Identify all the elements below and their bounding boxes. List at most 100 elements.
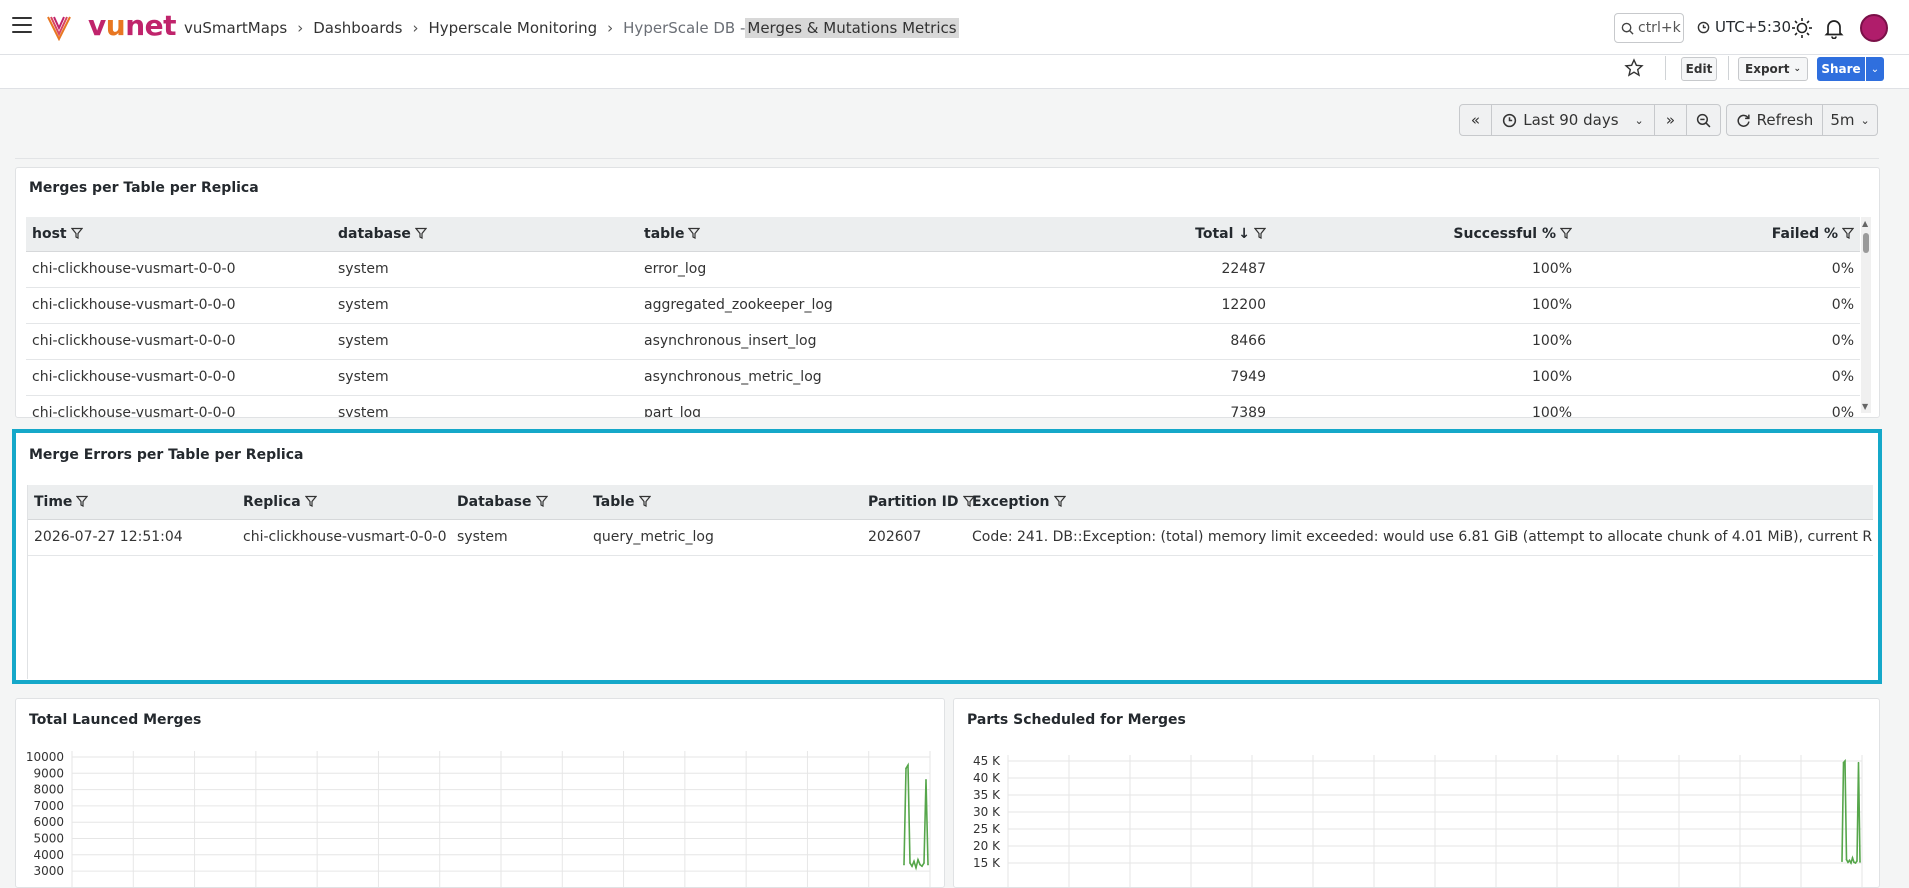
clock-icon — [1697, 21, 1710, 33]
cell-database: system — [332, 395, 638, 417]
table-header-row: host database table Total ↓ Successful %… — [26, 217, 1860, 252]
breadcrumb: vuSmartMaps › Dashboards › Hyperscale Mo… — [184, 18, 959, 38]
panel-title: Total Launced Merges — [29, 712, 202, 728]
cell-host: chi-clickhouse-vusmart-0-0-0 — [26, 287, 332, 324]
y-tick-label: 15 K — [973, 856, 1001, 870]
column-header-table[interactable]: Table — [587, 485, 862, 520]
data-point — [925, 779, 927, 781]
filter-icon[interactable] — [1053, 495, 1066, 507]
breadcrumb-item-hyperscale-monitoring[interactable]: Hyperscale Monitoring — [428, 19, 597, 37]
filter-icon[interactable] — [304, 495, 317, 507]
column-header-partition-id[interactable]: Partition ID — [862, 485, 975, 520]
share-dropdown-chevron-icon[interactable]: ⌄ — [1866, 57, 1884, 81]
scrollbar-thumb[interactable] — [1863, 233, 1869, 253]
y-tick-label: 10000 — [26, 750, 64, 764]
dashboard-toolbar — [0, 55, 1909, 89]
column-header-table[interactable]: table — [638, 217, 1148, 252]
section-divider — [15, 158, 1879, 159]
refresh-label: Refresh — [1756, 111, 1814, 129]
filter-icon[interactable] — [76, 495, 89, 507]
share-button[interactable]: Share — [1817, 57, 1865, 81]
data-point — [921, 865, 923, 868]
table-row[interactable]: chi-clickhouse-vusmart-0-0-0 system erro… — [26, 251, 1860, 288]
timezone-picker[interactable]: UTC+5:30 — [1697, 18, 1791, 36]
menu-icon[interactable] — [12, 17, 32, 33]
export-button[interactable]: Export ⌄ — [1738, 57, 1808, 81]
filter-icon[interactable] — [1254, 227, 1266, 239]
filter-icon[interactable] — [414, 227, 427, 239]
panel-title: Merges per Table per Replica — [29, 180, 259, 196]
data-point — [1857, 761, 1860, 764]
cell-host: chi-clickhouse-vusmart-0-0-0 — [26, 251, 332, 288]
search-button[interactable]: ctrl+k — [1614, 13, 1684, 43]
scroll-up-icon[interactable]: ▲ — [1862, 219, 1868, 228]
column-header-time[interactable]: Time — [28, 485, 237, 520]
time-range-picker[interactable]: Last 90 days ⌄ — [1492, 105, 1655, 135]
filter-icon[interactable] — [70, 227, 83, 239]
table-scrollbar[interactable]: ▲ ▼ — [1861, 217, 1871, 413]
parts-scheduled-chart: 45 K 40 K 35 K 30 K 25 K 20 K 15 K — [973, 754, 1863, 887]
y-tick-label: 8000 — [33, 783, 64, 797]
breadcrumb-item-dashboards[interactable]: Dashboards — [313, 19, 402, 37]
theme-toggle-sun-icon[interactable] — [1791, 17, 1813, 39]
toolbar-divider — [1728, 56, 1729, 80]
data-point — [1847, 861, 1849, 864]
data-point — [1844, 760, 1846, 762]
data-point — [1851, 857, 1854, 859]
bell-icon[interactable] — [1823, 17, 1845, 39]
chevron-down-icon: ⌄ — [1793, 64, 1801, 74]
filter-icon[interactable] — [1842, 227, 1854, 239]
search-icon — [1621, 22, 1634, 35]
errors-table-viewport: Time Replica Database Table Partition ID… — [27, 485, 1873, 679]
refresh-controls: Refresh 5m ⌄ — [1726, 104, 1878, 136]
table-row[interactable]: chi-clickhouse-vusmart-0-0-0 system part… — [26, 395, 1860, 417]
data-point — [907, 764, 909, 766]
table-row[interactable]: chi-clickhouse-vusmart-0-0-0 system asyn… — [26, 359, 1860, 396]
cell-database: system — [332, 359, 638, 396]
cell-replica: chi-clickhouse-vusmart-0-0-0 — [237, 519, 451, 556]
column-header-host[interactable]: host — [26, 217, 332, 252]
y-tick-label: 45 K — [973, 754, 1001, 768]
merges-table-viewport: host database table Total ↓ Successful %… — [26, 217, 1860, 417]
breadcrumb-item-vusmartmaps[interactable]: vuSmartMaps — [184, 19, 287, 37]
cell-table: aggregated_zookeeper_log — [638, 287, 1148, 324]
shift-forward-icon[interactable]: » — [1655, 105, 1687, 135]
merges-table: host database table Total ↓ Successful %… — [26, 217, 1860, 417]
column-header-exception[interactable]: Exception — [966, 485, 1873, 520]
scroll-down-icon[interactable]: ▼ — [1862, 402, 1868, 411]
column-header-failed[interactable]: Failed % — [1578, 217, 1860, 252]
column-header-successful[interactable]: Successful % — [1272, 217, 1578, 252]
table-row[interactable]: 2026-07-27 12:51:04 chi-clickhouse-vusma… — [28, 519, 1873, 556]
cell-table: part_log — [638, 395, 1148, 417]
grid — [1007, 755, 1863, 887]
time-range-controls: « Last 90 days ⌄ » — [1459, 104, 1721, 136]
filter-icon[interactable] — [688, 227, 701, 239]
data-point — [1841, 860, 1843, 863]
y-tick-label: 6000 — [33, 815, 64, 829]
data-point — [1859, 861, 1861, 863]
top-bar: vunet vuSmartMaps › Dashboards › Hypersc… — [0, 0, 1909, 55]
y-tick-label: 4000 — [33, 848, 64, 862]
filter-icon[interactable] — [535, 495, 548, 507]
column-header-database[interactable]: database — [332, 217, 638, 252]
filter-icon[interactable] — [1560, 227, 1572, 239]
y-tick-label: 7000 — [33, 799, 64, 813]
column-header-replica[interactable]: Replica — [237, 485, 451, 520]
breadcrumb-chevron-icon: › — [412, 19, 419, 37]
star-icon[interactable] — [1624, 58, 1644, 78]
table-row[interactable]: chi-clickhouse-vusmart-0-0-0 system asyn… — [26, 323, 1860, 360]
column-header-database[interactable]: Database — [451, 485, 587, 520]
shift-back-icon[interactable]: « — [1460, 105, 1492, 135]
edit-button[interactable]: Edit — [1681, 57, 1717, 81]
zoom-out-icon[interactable] — [1687, 105, 1720, 135]
y-tick-label: 20 K — [973, 839, 1001, 853]
refresh-button[interactable]: Refresh — [1727, 105, 1823, 135]
table-header-row: Time Replica Database Table Partition ID… — [28, 485, 1873, 520]
data-point — [923, 862, 925, 864]
user-avatar[interactable] — [1860, 14, 1888, 42]
filter-icon[interactable] — [638, 495, 651, 507]
refresh-interval-picker[interactable]: 5m ⌄ — [1823, 105, 1877, 135]
table-row[interactable]: chi-clickhouse-vusmart-0-0-0 system aggr… — [26, 287, 1860, 324]
page-title-prefix: HyperScale DB - — [623, 19, 746, 37]
column-header-total[interactable]: Total ↓ — [1148, 217, 1272, 252]
